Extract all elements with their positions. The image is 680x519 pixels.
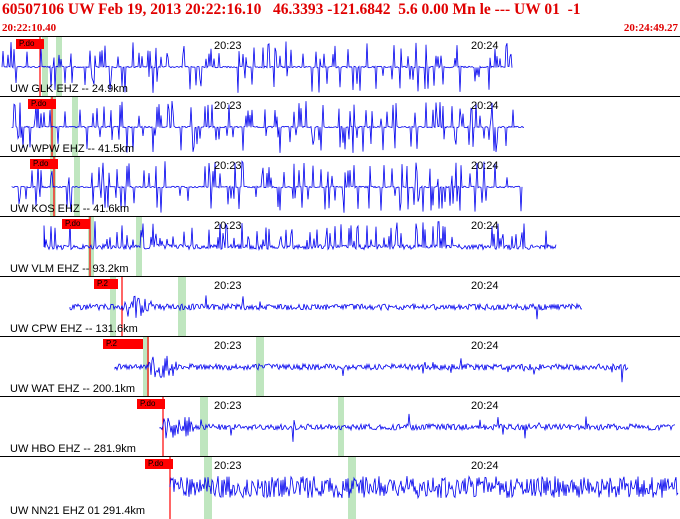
event-title: 60507106 UW Feb 19, 2013 20:22:16.10 46.… xyxy=(2,1,581,18)
trace-panel[interactable]: P.do 20:23 20:24 UW KOS EHZ -- 41.6km xyxy=(0,156,680,217)
window-marker xyxy=(204,457,212,519)
tick-label: 20:24 xyxy=(471,160,499,172)
tick-label: 20:23 xyxy=(214,220,242,232)
tick-label: 20:24 xyxy=(471,400,499,412)
waveform-trace xyxy=(159,413,676,442)
pick-marker[interactable]: P.do xyxy=(28,99,56,109)
station-label: UW HBO EHZ -- 281.9km xyxy=(10,443,136,455)
station-label: UW GLK EHZ -- 24.9km xyxy=(10,83,128,95)
station-label: UW NN21 EHZ 01 291.4km xyxy=(10,505,146,517)
tick-label: 20:24 xyxy=(471,460,499,472)
seismogram-panels: P.do 20:23 20:24 UW GLK EHZ -- 24.9km P.… xyxy=(0,36,680,519)
tick-label: 20:24 xyxy=(471,280,499,292)
pick-marker[interactable]: P.do xyxy=(30,159,58,169)
tick-label: 20:23 xyxy=(214,460,242,472)
trace-panel[interactable]: P.2 20:23 20:24 UW CPW EHZ -- 131.6km xyxy=(0,276,680,337)
trace-panel[interactable]: P.do 20:23 20:24 UW NN21 EHZ 01 291.4km xyxy=(0,456,680,519)
trace-panel[interactable]: P.2 20:23 20:24 UW WAT EHZ -- 200.1km xyxy=(0,336,680,397)
tick-label: 20:24 xyxy=(471,100,499,112)
tick-label: 20:23 xyxy=(214,400,242,412)
pick-marker[interactable]: P.do xyxy=(16,39,44,49)
pick-marker[interactable]: P.do xyxy=(62,219,90,229)
tick-label: 20:23 xyxy=(214,340,242,352)
header: 60507106 UW Feb 19, 2013 20:22:16.10 46.… xyxy=(0,0,680,36)
tick-label: 20:24 xyxy=(471,40,499,52)
pick-marker[interactable]: P.2 xyxy=(94,279,118,289)
station-label: UW KOS EHZ -- 41.6km xyxy=(10,203,130,215)
station-label: UW WAT EHZ -- 200.1km xyxy=(10,383,136,395)
tick-label: 20:24 xyxy=(471,340,499,352)
tick-label: 20:24 xyxy=(471,220,499,232)
window-marker xyxy=(348,457,356,519)
pick-marker[interactable]: P.do xyxy=(145,459,173,469)
tick-label: 20:23 xyxy=(214,100,242,112)
trace-panel[interactable]: P.do 20:23 20:24 UW VLM EHZ -- 93.2km xyxy=(0,216,680,277)
tick-label: 20:23 xyxy=(214,280,242,292)
trace-panel[interactable]: P.do 20:23 20:24 UW GLK EHZ -- 24.9km xyxy=(0,36,680,97)
pick-marker[interactable]: P.do xyxy=(137,399,165,409)
tick-label: 20:23 xyxy=(214,160,242,172)
waveform-trace xyxy=(69,295,583,320)
station-label: UW WPW EHZ -- 41.5km xyxy=(10,143,135,155)
start-time: 20:22:10.40 xyxy=(2,22,57,34)
station-label: UW CPW EHZ -- 131.6km xyxy=(10,323,138,335)
waveform-trace xyxy=(169,475,679,500)
waveform-trace xyxy=(114,355,629,383)
station-label: UW VLM EHZ -- 93.2km xyxy=(10,263,129,275)
pick-marker[interactable]: P.2 xyxy=(103,339,143,349)
end-time: 20:24:49.27 xyxy=(623,22,678,34)
trace-panel[interactable]: P.do 20:23 20:24 UW WPW EHZ -- 41.5km xyxy=(0,96,680,157)
tick-label: 20:23 xyxy=(214,40,242,52)
trace-panel[interactable]: P.do 20:23 20:24 UW HBO EHZ -- 281.9km xyxy=(0,396,680,457)
